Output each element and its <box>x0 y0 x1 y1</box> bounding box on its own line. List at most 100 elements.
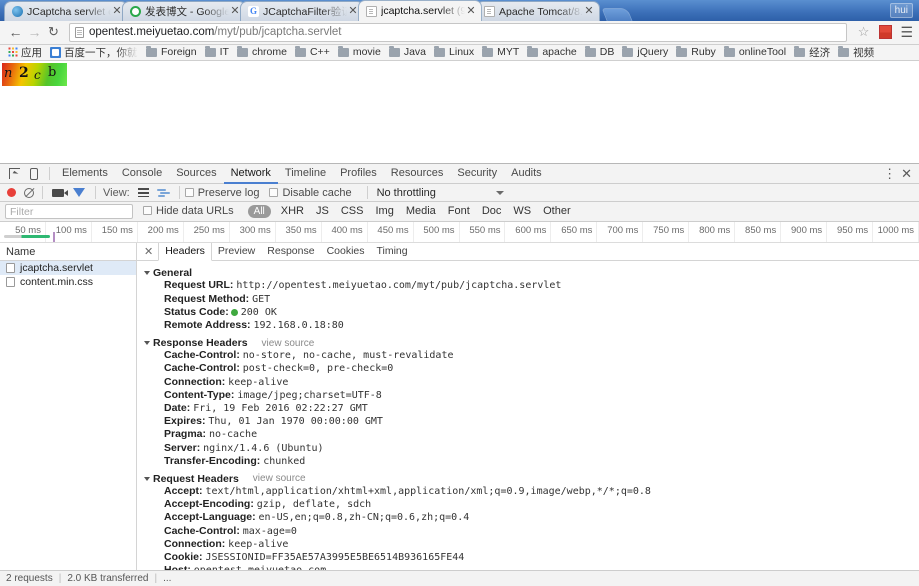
close-icon[interactable]: ✕ <box>139 245 158 258</box>
tab-close-icon[interactable]: ✕ <box>465 5 477 17</box>
bookmark-star-icon[interactable]: ☆ <box>858 24 870 40</box>
header-value: chunked <box>263 455 306 467</box>
filter-type-all[interactable]: All <box>247 204 271 218</box>
bookmark-label: Linux <box>449 46 475 59</box>
tab-console[interactable]: Console <box>115 164 169 184</box>
view-source-link[interactable]: view source <box>253 473 306 484</box>
inspect-element-icon[interactable] <box>4 165 24 183</box>
view-source-link[interactable]: view source <box>262 338 315 349</box>
filter-funnel-icon[interactable] <box>73 188 85 198</box>
tab-timeline[interactable]: Timeline <box>278 164 333 184</box>
browser-tab-1[interactable]: 发表博文 - GoogleFan ✕ <box>122 1 246 21</box>
bookmark-folder-apache[interactable]: apache <box>523 45 580 60</box>
header-row: Content-Type: image/jpeg;charset=UTF-8 <box>145 389 919 402</box>
preserve-log-checkbox[interactable]: Preserve log <box>184 187 259 199</box>
bookmark-folder-movie[interactable]: movie <box>334 45 385 60</box>
waterfall-view-icon[interactable] <box>156 188 170 198</box>
close-icon[interactable]: ✕ <box>898 166 915 182</box>
bookmark-folder-cpp[interactable]: C++ <box>291 45 334 60</box>
folder-icon <box>676 45 688 57</box>
bookmark-folder-jquery[interactable]: jQuery <box>618 45 672 60</box>
filter-type-other[interactable]: Other <box>537 205 577 217</box>
network-timeline-ruler[interactable]: 50 ms 100 ms 150 ms 200 ms 250 ms 300 ms… <box>0 221 919 244</box>
bookmark-baidu[interactable]: 百度一下，你就知 <box>46 45 142 60</box>
record-icon[interactable] <box>7 188 16 198</box>
hide-data-urls-checkbox[interactable]: Hide data URLs <box>143 205 234 217</box>
browser-tab-3[interactable]: jcaptcha.servlet (90 ✕ <box>358 0 482 21</box>
filter-type-doc[interactable]: Doc <box>476 205 508 217</box>
detail-tab-headers[interactable]: Headers <box>158 243 212 262</box>
browser-tab-4[interactable]: Apache Tomcat/8.0. ✕ <box>476 1 600 21</box>
forward-arrow-icon[interactable]: → <box>25 23 44 42</box>
address-bar[interactable]: opentest.meiyuetao.com/myt/pub/jcaptcha.… <box>69 22 847 42</box>
browser-tab-0[interactable]: JCaptcha servlet exa ✕ <box>4 1 128 21</box>
detail-tab-cookies[interactable]: Cookies <box>321 243 371 261</box>
ruler-tick: 800 ms <box>689 221 736 243</box>
request-row-content-css[interactable]: content.min.css <box>0 275 136 289</box>
detail-tabbar: ✕ Headers Preview Response Cookies Timin… <box>137 243 919 262</box>
bookmark-folder-onlinetool[interactable]: onlineTool <box>720 45 790 60</box>
profile-name-badge[interactable]: hui <box>889 3 913 18</box>
section-general-header[interactable]: General <box>144 267 919 279</box>
browser-tab-2[interactable]: G JCaptchaFilter验证 ✕ <box>240 1 364 21</box>
device-toolbar-icon[interactable] <box>24 165 44 183</box>
tab-close-icon[interactable]: ✕ <box>583 6 595 17</box>
filter-type-font[interactable]: Font <box>442 205 476 217</box>
more-vertical-icon[interactable]: ⋮ <box>883 167 896 180</box>
clear-icon[interactable] <box>24 187 34 198</box>
filter-type-xhr[interactable]: XHR <box>275 205 310 217</box>
tab-profiles[interactable]: Profiles <box>333 164 384 184</box>
back-arrow-icon[interactable]: ← <box>6 23 25 42</box>
tab-elements[interactable]: Elements <box>55 164 115 184</box>
bookmark-folder-chrome[interactable]: chrome <box>233 45 291 60</box>
filmstrip-camera-icon[interactable] <box>52 188 68 197</box>
filter-type-img[interactable]: Img <box>369 205 399 217</box>
chevron-down-icon[interactable] <box>495 190 504 195</box>
tab-sources[interactable]: Sources <box>169 164 223 184</box>
detail-tab-response[interactable]: Response <box>261 243 320 261</box>
header-key: Expires: <box>164 415 206 428</box>
bookmark-folder-foreign[interactable]: Foreign <box>142 45 201 60</box>
header-row: Request URL: http://opentest.meiyuetao.c… <box>145 279 919 292</box>
bookmark-label: 应用 <box>21 46 42 59</box>
filter-type-js[interactable]: JS <box>310 205 335 217</box>
filter-input[interactable]: Filter <box>5 203 133 219</box>
header-key: Cookie: <box>164 551 203 563</box>
ruler-tick-label: 150 ms <box>101 224 133 236</box>
captcha-image[interactable]: n 2 c b <box>2 63 67 87</box>
bookmark-apps[interactable]: 应用 <box>4 45 46 60</box>
extension-icon[interactable] <box>879 25 893 40</box>
tab-resources[interactable]: Resources <box>384 164 451 184</box>
throttling-select[interactable]: No throttling <box>377 187 436 199</box>
hamburger-menu-icon[interactable]: ☰ <box>900 24 913 41</box>
reload-icon[interactable]: ↻ <box>44 23 63 42</box>
request-row-jcaptcha[interactable]: jcaptcha.servlet <box>0 261 136 276</box>
filter-type-media[interactable]: Media <box>400 205 442 217</box>
header-value: gzip, deflate, sdch <box>256 499 372 511</box>
folder-icon <box>723 45 735 57</box>
bookmark-folder-myt[interactable]: MYT <box>478 45 523 60</box>
checkbox-box <box>143 206 152 216</box>
filter-type-ws[interactable]: WS <box>507 205 537 217</box>
bookmark-folder-linux[interactable]: Linux <box>430 45 478 60</box>
bookmark-folder-video[interactable]: 视频 <box>834 45 878 60</box>
detail-tab-preview[interactable]: Preview <box>212 243 261 261</box>
tab-audits[interactable]: Audits <box>504 164 549 184</box>
detail-tab-timing[interactable]: Timing <box>371 243 414 261</box>
tab-security[interactable]: Security <box>450 164 504 184</box>
bookmark-folder-java[interactable]: Java <box>385 45 430 60</box>
section-response-headers-header[interactable]: Response Headers view source <box>144 337 919 349</box>
new-tab-button[interactable] <box>601 8 633 21</box>
filter-type-css[interactable]: CSS <box>335 205 370 217</box>
bookmark-folder-economy[interactable]: 经济 <box>790 45 834 60</box>
bookmark-folder-it[interactable]: IT <box>201 45 233 60</box>
bookmark-folder-db[interactable]: DB <box>581 45 619 60</box>
list-view-icon[interactable] <box>137 188 149 198</box>
disable-cache-checkbox[interactable]: Disable cache <box>269 187 352 199</box>
section-request-headers-header[interactable]: Request Headers view source <box>144 473 919 485</box>
tab-network[interactable]: Network <box>223 164 278 184</box>
folder-icon <box>622 45 634 57</box>
ruler-tick-label: 600 ms <box>515 224 547 236</box>
bookmark-label: movie <box>352 46 381 59</box>
bookmark-folder-ruby[interactable]: Ruby <box>672 45 720 60</box>
